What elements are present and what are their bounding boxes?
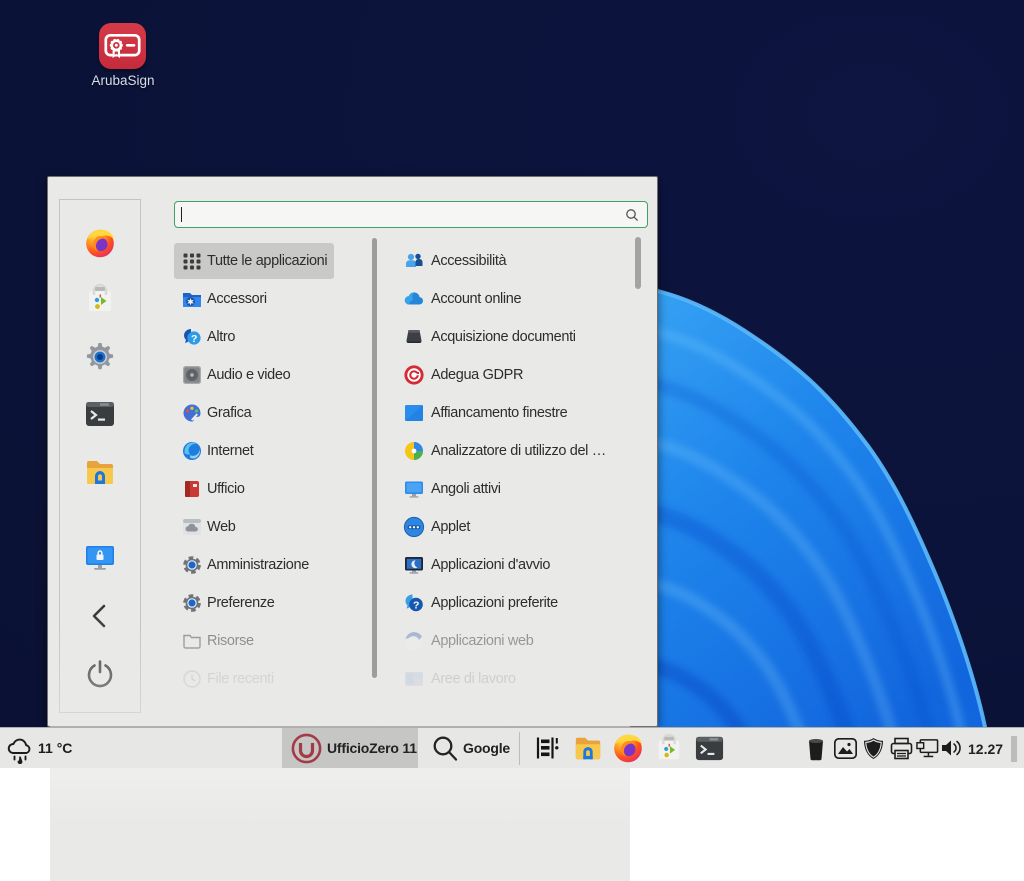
svg-text:?: ? — [413, 599, 419, 611]
svg-text:?: ? — [191, 333, 197, 345]
